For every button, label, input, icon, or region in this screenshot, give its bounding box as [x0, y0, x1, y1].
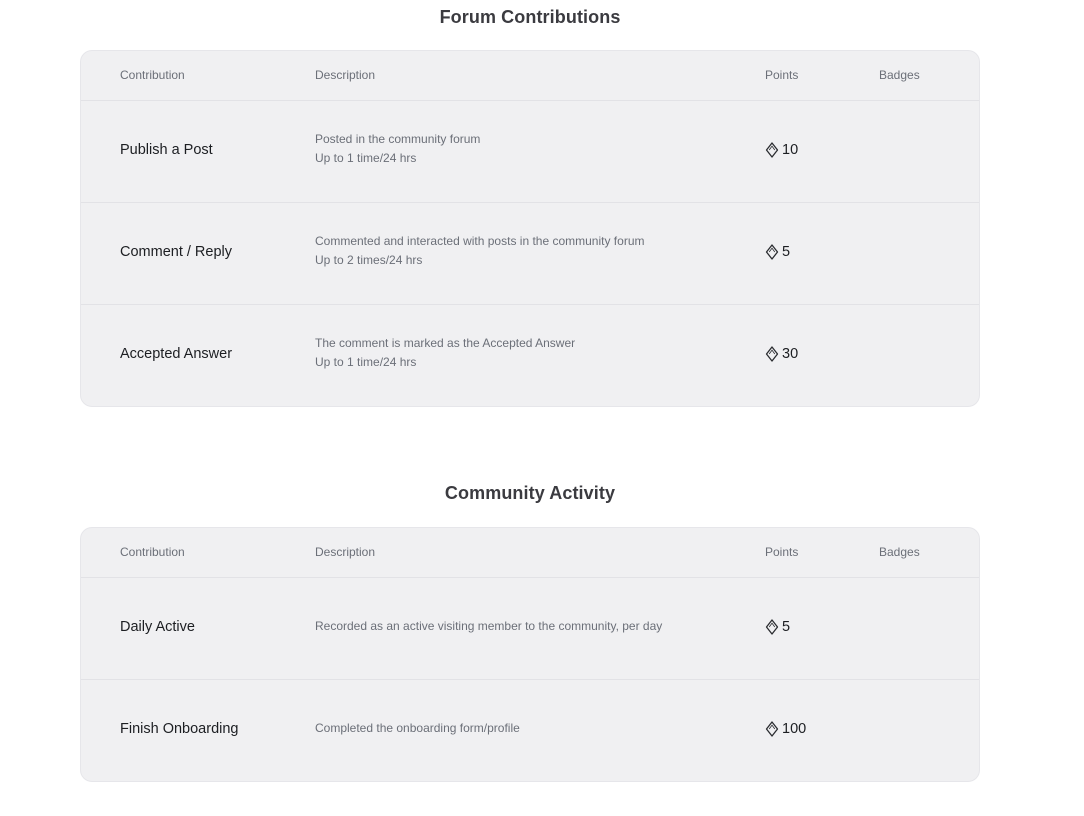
header-points: Points	[765, 68, 799, 82]
points-value: 5	[765, 244, 790, 260]
table-header-row: Contribution Description Points Badges	[81, 528, 979, 577]
header-description: Description	[315, 68, 376, 82]
description-line: Posted in the community forum	[315, 132, 481, 146]
diamond-icon	[765, 346, 779, 362]
table-row: Finish Onboarding Completed the onboardi…	[81, 679, 979, 781]
table-header-row: Contribution Description Points Badges	[81, 51, 979, 100]
header-contribution: Contribution	[120, 545, 185, 559]
forum-contributions-table: Contribution Description Points Badges P…	[80, 50, 980, 407]
header-description: Description	[315, 545, 376, 559]
contribution-description: Recorded as an active visiting member to…	[315, 617, 735, 636]
diamond-icon	[765, 619, 779, 635]
points-number: 5	[782, 244, 791, 260]
section-title-forum-contributions: Forum Contributions	[439, 7, 621, 27]
points-value: 5	[765, 619, 790, 635]
contribution-description: The comment is marked as the Accepted An…	[315, 334, 735, 372]
table-row: Daily Active Recorded as an active visit…	[81, 577, 979, 679]
contribution-name: Comment / Reply	[120, 244, 233, 260]
points-value: 30	[765, 346, 798, 362]
points-number: 5	[782, 619, 791, 635]
description-line: The comment is marked as the Accepted An…	[315, 336, 576, 350]
description-limit: Up to 2 times/24 hrs	[315, 253, 423, 267]
points-value: 100	[765, 721, 806, 737]
points-value: 10	[765, 142, 798, 158]
description-limit: Up to 1 time/24 hrs	[315, 151, 417, 165]
diamond-icon	[765, 721, 779, 737]
contribution-description: Completed the onboarding form/profile	[315, 719, 735, 738]
table-row: Publish a Post Posted in the community f…	[81, 100, 979, 202]
contribution-name: Daily Active	[120, 619, 195, 635]
community-activity-table: Contribution Description Points Badges D…	[80, 527, 980, 782]
table-row: Comment / Reply Commented and interacted…	[81, 202, 979, 304]
contribution-description: Commented and interacted with posts in t…	[315, 232, 735, 270]
contribution-name: Publish a Post	[120, 142, 213, 158]
contribution-description: Posted in the community forum Up to 1 ti…	[315, 130, 735, 168]
header-contribution: Contribution	[120, 68, 185, 82]
description-line: Completed the onboarding form/profile	[315, 721, 520, 735]
diamond-icon	[765, 244, 779, 260]
points-number: 10	[782, 142, 799, 158]
table-row: Accepted Answer The comment is marked as…	[81, 304, 979, 406]
contribution-name: Finish Onboarding	[120, 721, 239, 737]
header-points: Points	[765, 545, 799, 559]
description-limit: Up to 1 time/24 hrs	[315, 355, 417, 369]
points-number: 30	[782, 346, 799, 362]
header-badges: Badges	[879, 68, 920, 82]
contribution-name: Accepted Answer	[120, 346, 233, 362]
header-badges: Badges	[879, 545, 920, 559]
description-line: Recorded as an active visiting member to…	[315, 619, 663, 633]
points-number: 100	[782, 721, 807, 737]
section-title-community-activity: Community Activity	[444, 483, 616, 503]
diamond-icon	[765, 142, 779, 158]
description-line: Commented and interacted with posts in t…	[315, 234, 645, 248]
